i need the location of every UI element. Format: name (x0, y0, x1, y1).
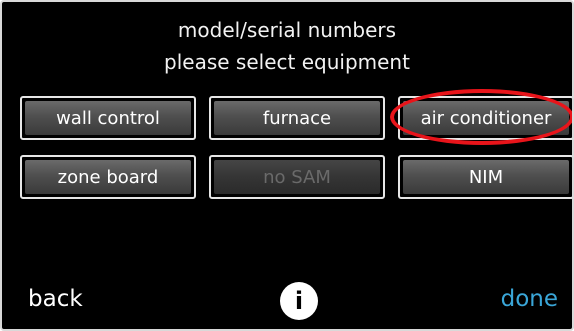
furnace-button-label: furnace (214, 101, 380, 135)
furnace-button[interactable]: furnace (209, 96, 385, 140)
page-subtitle: please select equipment (164, 50, 410, 74)
thermostat-screen: model/serial numbers please select equip… (0, 0, 574, 331)
zone-board-button[interactable]: zone board (20, 155, 196, 199)
done-button[interactable]: done (501, 286, 558, 312)
air-conditioner-button[interactable]: air conditioner (398, 96, 572, 140)
wall-control-button[interactable]: wall control (20, 96, 196, 140)
nim-button-label: NIM (403, 160, 569, 194)
info-glyph: i (294, 287, 304, 315)
no-sam-button: no SAM (209, 155, 385, 199)
zone-board-button-label: zone board (25, 160, 191, 194)
nim-button[interactable]: NIM (398, 155, 572, 199)
back-button[interactable]: back (28, 286, 83, 312)
page-title: model/serial numbers (177, 18, 397, 42)
air-conditioner-button-label: air conditioner (403, 101, 569, 135)
no-sam-button-label: no SAM (214, 160, 380, 194)
wall-control-button-label: wall control (25, 101, 191, 135)
info-icon[interactable]: i (280, 282, 318, 320)
